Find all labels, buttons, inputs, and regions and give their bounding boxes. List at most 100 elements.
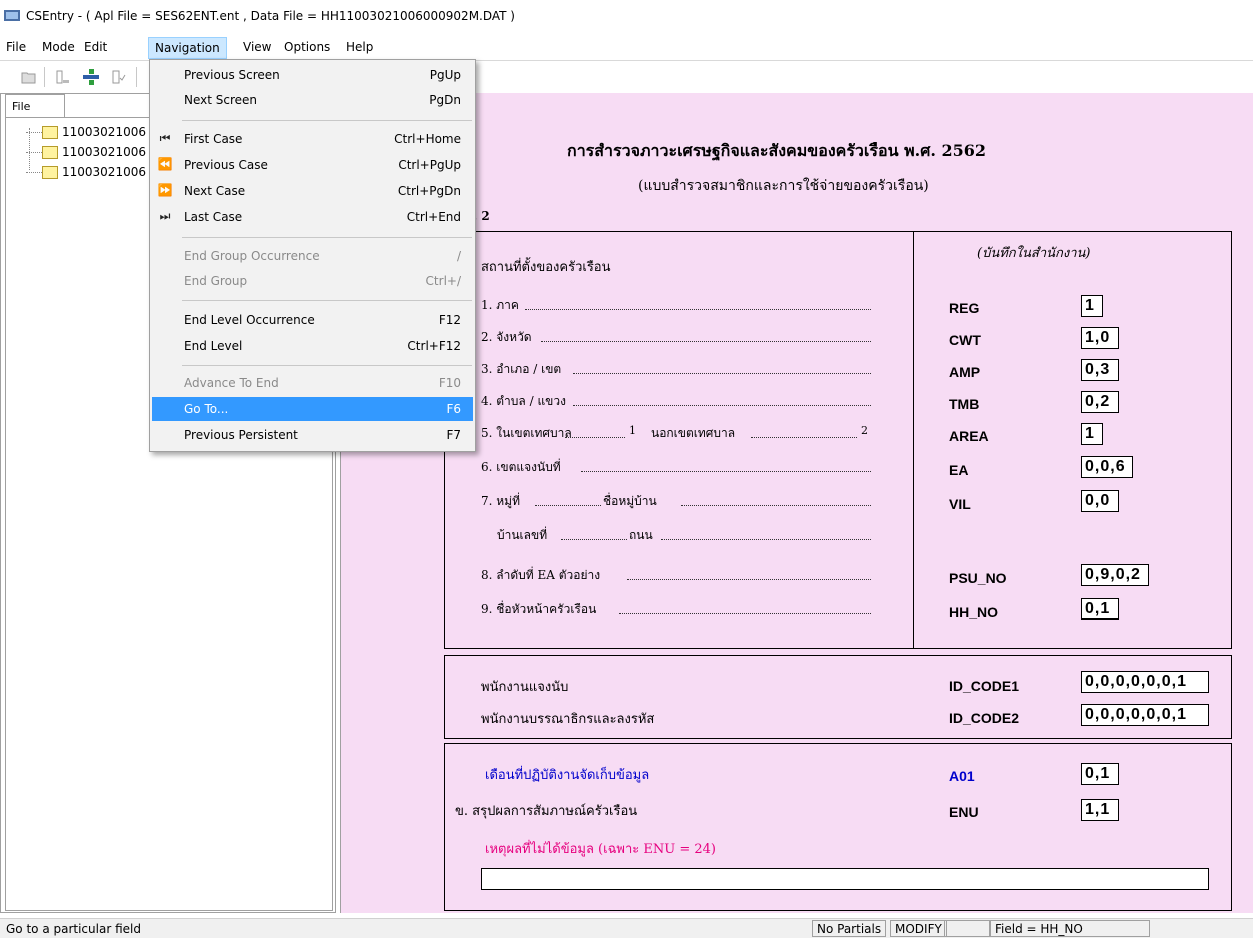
psu-label: 8. ลำดับที่ EA ตัวอย่าง (481, 568, 601, 582)
dotted-leader (619, 602, 871, 614)
open-folder-icon[interactable] (18, 66, 40, 88)
menu-item-end-level-occurrence[interactable]: End Level Occurrence F12 (152, 308, 473, 332)
reg-field[interactable]: 1 (1081, 295, 1103, 317)
case-label: 11003021006 (62, 125, 146, 139)
menu-item-shortcut: Ctrl+F12 (407, 339, 461, 353)
area-field[interactable]: 1 (1081, 423, 1103, 445)
office-note: (บันทึกในสำนักงาน) (977, 246, 1091, 261)
editor-label: พนักงานบรรณาธิกรและลงรหัส (481, 712, 655, 727)
district-label: 3. อำเภอ / เขต (481, 362, 562, 376)
tree-view-icon[interactable] (80, 66, 102, 88)
menu-item-previous-case[interactable]: ⏪ Previous Case Ctrl+PgUp (152, 153, 473, 177)
menu-item-last-case[interactable]: ⏭ Last Case Ctrl+End (152, 205, 473, 229)
menu-item-end-level[interactable]: End Level Ctrl+F12 (152, 334, 473, 358)
data-entry-form: การสำรวจภาวะเศรษฐกิจและสังคมของครัวเรือน… (340, 93, 1253, 913)
enu-field[interactable]: 1,1 (1081, 799, 1119, 821)
idcode1-code: ID_CODE1 (949, 678, 1020, 694)
vil-field[interactable]: 0,0 (1081, 490, 1119, 512)
form-subtitle: (แบบสำรวจสมาชิกและการใช้จ่ายของครัวเรือน… (638, 178, 929, 194)
dotted-leader (581, 460, 871, 472)
menu-mode[interactable]: Mode (36, 37, 81, 59)
reason-label: เหตุผลที่ไม่ได้ข้อมูล (เฉพาะ ENU = 24) (485, 842, 717, 857)
case-item[interactable]: 11003021006 (6, 122, 146, 142)
case-item[interactable]: 11003021006 (6, 142, 146, 162)
menu-file[interactable]: File (0, 37, 32, 59)
menu-navigation[interactable]: Navigation (148, 37, 227, 59)
case-item[interactable]: 11003021006 (6, 162, 146, 182)
amp-field[interactable]: 0,3 (1081, 359, 1119, 381)
area-in-code: 1 (629, 424, 636, 437)
case-icon (42, 125, 58, 139)
menu-item-end-group-occurrence[interactable]: End Group Occurrence / (152, 244, 473, 268)
csentry-app-icon (4, 10, 20, 21)
menu-item-next-case[interactable]: ⏩ Next Case Ctrl+PgDn (152, 179, 473, 203)
enu-code: ENU (949, 804, 979, 820)
dotted-leader (751, 426, 857, 438)
vil-code: VIL (949, 496, 971, 512)
menu-item-go-to[interactable]: Go To... F6 (152, 397, 473, 421)
area-code: AREA (949, 428, 989, 444)
a01-code: A01 (949, 768, 975, 784)
dotted-leader (573, 362, 871, 374)
menu-item-previous-persistent[interactable]: Previous Persistent F7 (152, 423, 473, 447)
ea-field[interactable]: 0,0,6 (1081, 456, 1133, 478)
psu-field[interactable]: 0,9,0,2 (1081, 564, 1149, 586)
ea-label: 6. เขตแจงนับที่ (481, 460, 561, 474)
idcode1-field[interactable]: 0,0,0,0,0,0,1 (1081, 671, 1209, 693)
case-icon (42, 145, 58, 159)
menu-item-shortcut: Ctrl+/ (425, 274, 461, 288)
status-partials: No Partials (812, 920, 887, 937)
menu-item-first-case[interactable]: ⏮ First Case Ctrl+Home (152, 127, 473, 151)
cwt-field[interactable]: 1,0 (1081, 327, 1119, 349)
dotted-leader (535, 494, 601, 506)
navigation-menu: Previous Screen PgUp Next Screen PgDn ⏮ … (149, 59, 476, 452)
checklist-icon[interactable] (108, 66, 130, 88)
add-field-icon[interactable] (52, 66, 74, 88)
dotted-leader (541, 330, 871, 342)
tmb-field[interactable]: 0,2 (1081, 391, 1119, 413)
location-panel: (บันทึกในสำนักงาน) สถานที่ตั้งของครัวเรื… (444, 231, 1232, 649)
road-label: ถนน (629, 528, 653, 542)
dotted-leader (565, 426, 625, 438)
reg-code: REG (949, 300, 980, 316)
panel-divider (913, 232, 914, 648)
area-out-code: 2 (861, 424, 868, 437)
menu-item-label: Next Case (184, 184, 246, 198)
menu-separator (182, 120, 472, 121)
menu-options[interactable]: Options (278, 37, 336, 59)
menu-item-shortcut: / (456, 249, 461, 263)
amp-code: AMP (949, 364, 981, 380)
village-no-label: 7. หมู่ที่ (481, 494, 520, 508)
menu-item-label: Next Screen (184, 93, 258, 107)
status-mode: MODIFY (890, 920, 947, 937)
menu-item-end-group[interactable]: End Group Ctrl+/ (152, 269, 473, 293)
menu-view[interactable]: View (237, 37, 277, 59)
menu-item-label: Previous Screen (184, 68, 280, 82)
menu-item-label: End Level Occurrence (184, 313, 315, 327)
menu-item-advance-to-end[interactable]: Advance To End F10 (152, 371, 473, 395)
menu-item-label: Go To... (184, 402, 229, 416)
menu-item-shortcut: F6 (446, 402, 461, 416)
toolbar-separator (44, 67, 45, 87)
menu-item-next-screen[interactable]: Next Screen PgDn (152, 88, 473, 112)
area-out-label: นอกเขตเทศบาล (651, 426, 736, 440)
village-name-label: ชื่อหมู่บ้าน (603, 494, 657, 508)
menu-help[interactable]: Help (340, 37, 379, 59)
idcode2-code: ID_CODE2 (949, 710, 1020, 726)
menu-separator (182, 237, 472, 238)
idcode2-field[interactable]: 0,0,0,0,0,0,1 (1081, 704, 1209, 726)
menu-item-shortcut: PgDn (429, 93, 461, 107)
menu-edit[interactable]: Edit (78, 37, 113, 59)
reason-field[interactable] (481, 868, 1209, 890)
a01-field[interactable]: 0,1 (1081, 763, 1119, 785)
menu-item-previous-screen[interactable]: Previous Screen PgUp (152, 63, 473, 87)
tree-branch (26, 171, 42, 173)
menu-item-shortcut: F10 (438, 376, 461, 390)
menu-item-shortcut: F7 (446, 428, 461, 442)
psu-code: PSU_NO (949, 570, 1007, 586)
subdistrict-label: 4. ตำบล / แขวง (481, 394, 566, 408)
menu-item-shortcut: PgUp (429, 68, 461, 82)
house-no-label: บ้านเลขที่ (497, 528, 548, 542)
hhno-field[interactable]: 0,1 (1081, 598, 1119, 620)
file-tab[interactable]: File (5, 94, 65, 118)
